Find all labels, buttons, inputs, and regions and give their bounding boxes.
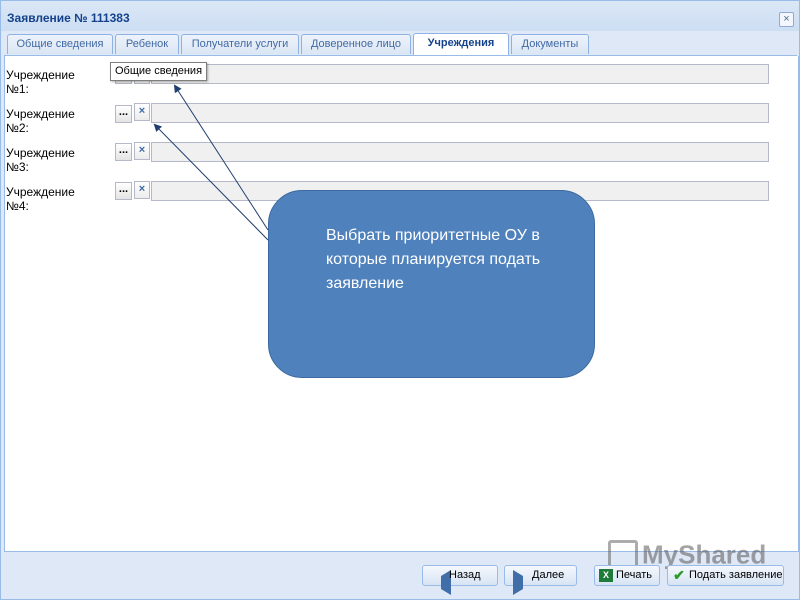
print-button[interactable]: X Печать (594, 565, 660, 586)
checkmark-icon: ✔ (673, 567, 685, 583)
next-button-label: Далее (532, 569, 565, 581)
submit-application-button[interactable]: ✔ Подать заявление (667, 565, 784, 586)
callout-text: Выбрать приоритетные ОУ в которые планир… (326, 227, 541, 292)
arrow-left-icon (427, 570, 451, 595)
submit-application-button-label: Подать заявление (689, 569, 783, 581)
next-button[interactable]: Далее (504, 565, 577, 595)
back-button[interactable]: Назад (422, 565, 498, 595)
arrow-to-institution-1 (173, 84, 269, 231)
back-button-label: Назад (449, 569, 481, 581)
print-button-label: Печать (616, 569, 653, 581)
excel-icon: X (599, 569, 613, 582)
